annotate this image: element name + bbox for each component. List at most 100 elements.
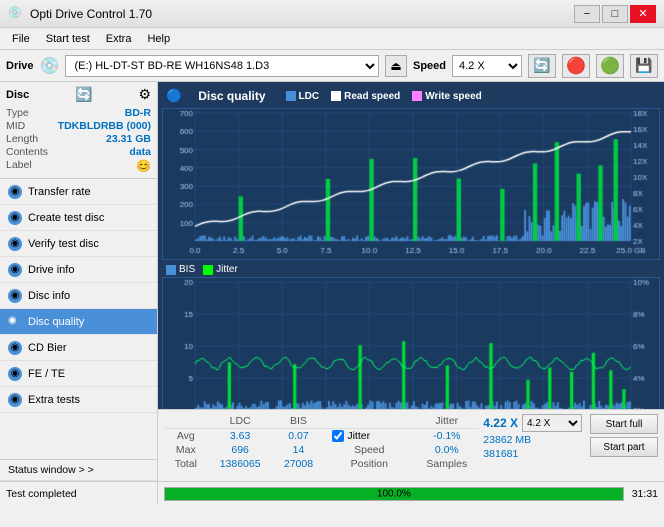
stats-header-jitter: Jitter [414,414,479,429]
stats-header-jitter-spacer [324,414,414,429]
nav-disc-info[interactable]: ◉ Disc info [0,283,157,309]
stats-avg-ldc: 3.63 [208,429,273,444]
jitter-checkbox-label[interactable]: Jitter [332,430,406,442]
speed-select[interactable]: 4.2 X [452,55,522,77]
nav-extra-tests[interactable]: ◉ Extra tests [0,387,157,413]
nav-status-window[interactable]: Status window > > [0,459,157,481]
disc-mid-row: MID TDKBLDRBB (000) [6,120,151,132]
lower-chart-canvas [163,278,659,409]
drive-select[interactable]: (E:) HL-DT-ST BD-RE WH16NS48 1.D3 [65,55,379,77]
nav-dot-disc-quality: ◉ [8,315,22,329]
app-icon: 💿 [8,6,24,22]
menu-start-test[interactable]: Start test [38,31,98,47]
nav-label-disc-info: Disc info [28,290,70,302]
disc-header: Disc 🔄 ⚙ [6,86,151,103]
stats-right: 4.22 X 4.2 X 23862 MB 381681 [483,414,582,460]
nav-drive-info[interactable]: ◉ Drive info [0,257,157,283]
stats-max-ldc: 696 [208,443,273,457]
sidebar-spacer [0,413,157,459]
status-text: Test completed [6,488,77,500]
jitter-label: Jitter [347,430,370,442]
nav-fe-te[interactable]: ◉ FE / TE [0,361,157,387]
nav-dot-transfer: ◉ [8,185,22,199]
eject-button[interactable]: ⏏ [385,55,407,77]
drive-label: Drive [6,60,34,72]
disc-type-row: Type BD-R [6,107,151,119]
legend-ldc: LDC [286,91,320,102]
stats-area: LDC BIS Jitter Avg 3.63 0.07 [158,409,664,481]
stats-avg-jitter: -0.1% [414,429,479,444]
chart-legend-lower: BIS Jitter [162,262,660,277]
nav-label-cd-bier: CD Bier [28,342,67,354]
nav-label-create: Create test disc [28,212,104,224]
window-controls: − □ ✕ [574,5,656,23]
color-button1[interactable]: 🔴 [562,54,590,78]
disc-label-label: Label [6,159,32,173]
nav-transfer-rate[interactable]: ◉ Transfer rate [0,179,157,205]
stats-samples-label: Samples [414,457,479,471]
menu-file[interactable]: File [4,31,38,47]
stats-max-label: Max [164,443,208,457]
disc-label-row: Label 😊 [6,159,151,173]
disc-refresh-icon[interactable]: 🔄 [75,86,92,103]
minimize-button[interactable]: − [574,5,600,23]
stats-total-row: Total 1386065 27008 Position Samples [164,457,479,471]
status-left: Test completed [0,482,158,505]
start-part-button[interactable]: Start part [590,437,658,457]
nav-cd-bier[interactable]: ◉ CD Bier [0,335,157,361]
stats-avg-bis: 0.07 [273,429,325,444]
chart-legend-upper: 🔵 Disc quality LDC Read speed Write spee… [162,86,660,106]
nav-label-disc-quality: Disc quality [28,316,84,328]
menu-bar: File Start test Extra Help [0,28,664,50]
refresh-button[interactable]: 🔄 [528,54,556,78]
position-value: 23862 MB [483,434,531,446]
disc-length-value: 23.31 GB [106,133,151,145]
speed-row: 4.22 X 4.2 X [483,414,582,432]
nav-dot-cd-bier: ◉ [8,341,22,355]
nav-label-transfer: Transfer rate [28,186,91,198]
legend-jitter-label: Jitter [216,264,238,275]
nav-dot-extra: ◉ [8,393,22,407]
speed-select-stats[interactable]: 4.2 X [522,414,582,432]
chart-upper [162,108,660,260]
status-bar: Test completed 100.0% 31:31 [0,481,664,505]
disc-mid-value: TDKBLDRBB (000) [58,120,151,132]
maximize-button[interactable]: □ [602,5,628,23]
drive-bar: Drive 💿 (E:) HL-DT-ST BD-RE WH16NS48 1.D… [0,50,664,82]
stats-max-row: Max 696 14 Speed 0.0% [164,443,479,457]
stats-speed-label: Speed [324,443,414,457]
legend-read-label: Read speed [344,91,400,102]
app-title: Opti Drive Control 1.70 [30,7,574,21]
chart-area: 🔵 Disc quality LDC Read speed Write spee… [158,82,664,409]
legend-write-label: Write speed [425,91,482,102]
start-full-button[interactable]: Start full [590,414,658,434]
legend-bis: BIS [166,264,195,275]
nav-label-extra: Extra tests [28,394,80,406]
nav-dot-drive: ◉ [8,263,22,277]
jitter-checkbox[interactable] [332,430,344,442]
disc-title: Disc [6,89,29,101]
close-button[interactable]: ✕ [630,5,656,23]
nav-label-drive: Drive info [28,264,74,276]
nav-label-status: Status window > > [8,464,94,476]
position-row: 23862 MB [483,434,531,446]
nav-dot-disc-info: ◉ [8,289,22,303]
stats-table: LDC BIS Jitter Avg 3.63 0.07 [164,414,479,471]
color-button2[interactable]: 🟢 [596,54,624,78]
disc-contents-label: Contents [6,146,48,158]
disc-settings-icon[interactable]: ⚙ [138,86,151,103]
samples-value: 381681 [483,448,518,460]
legend-ldc-label: LDC [299,91,320,102]
stats-header-blank [164,414,208,429]
save-button[interactable]: 💾 [630,54,658,78]
progress-label: 100.0% [377,488,411,499]
menu-help[interactable]: Help [139,31,178,47]
nav-create-test[interactable]: ◉ Create test disc [0,205,157,231]
upper-chart-canvas [163,109,659,259]
stats-header-ldc: LDC [208,414,273,429]
main-area: Disc 🔄 ⚙ Type BD-R MID TDKBLDRBB (000) L… [0,82,664,481]
menu-extra[interactable]: Extra [98,31,140,47]
nav-verify-test[interactable]: ◉ Verify test disc [0,231,157,257]
nav-disc-quality[interactable]: ◉ Disc quality [0,309,157,335]
disc-contents-value: data [129,146,151,158]
